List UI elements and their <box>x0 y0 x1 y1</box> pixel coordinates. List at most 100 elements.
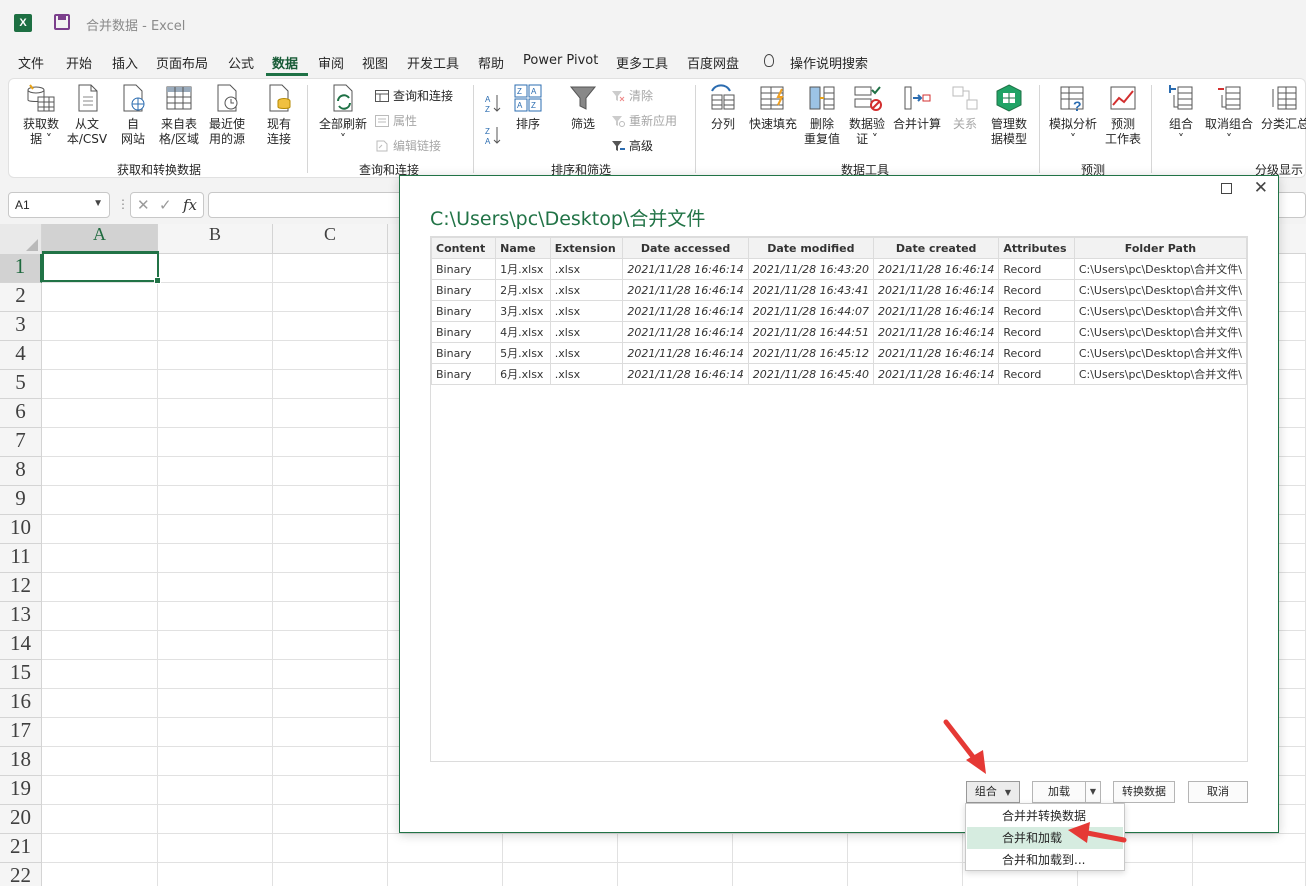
consolidate-button[interactable]: 合并计算 <box>891 83 943 132</box>
text-to-columns-button[interactable]: 分列 <box>705 83 741 132</box>
table-cell[interactable]: Record <box>998 279 1075 301</box>
row-header[interactable]: 21 <box>0 834 42 863</box>
from-csv-button[interactable]: 从文 本/CSV <box>65 83 109 147</box>
row-header[interactable]: 5 <box>0 370 42 399</box>
tab-view[interactable]: 视图 <box>362 53 388 72</box>
chevron-down-icon[interactable]: ▼ <box>93 198 103 209</box>
forecast-sheet-button[interactable]: 预测 工作表 <box>1103 83 1143 147</box>
combine-button[interactable]: 组合 ▼ <box>966 781 1020 803</box>
menu-item-combine-load-to[interactable]: 合并和加载到... <box>967 849 1123 871</box>
tab-baidu-netdisk[interactable]: 百度网盘 <box>687 53 739 72</box>
tab-data[interactable]: 数据 <box>272 53 298 72</box>
row-header[interactable]: 7 <box>0 428 42 457</box>
sort-ascending-button[interactable]: AZ <box>485 93 501 116</box>
table-cell[interactable]: Record <box>998 300 1075 322</box>
column-header-a[interactable]: A <box>42 224 158 254</box>
properties-button[interactable]: 属性 <box>375 112 417 129</box>
row-header[interactable]: 9 <box>0 486 42 515</box>
row-header[interactable]: 20 <box>0 805 42 834</box>
active-cell-a1[interactable] <box>42 251 161 284</box>
filter-button[interactable]: 筛选 <box>565 83 601 132</box>
group-button[interactable]: 组合 ˅ <box>1163 83 1199 147</box>
tab-formulas[interactable]: 公式 <box>228 53 254 72</box>
what-if-analysis-button[interactable]: ? 模拟分析 ˅ <box>1047 83 1099 147</box>
tell-me-search[interactable]: 操作说明搜索 <box>790 53 868 72</box>
column-header-folder-path[interactable]: Folder Path <box>1073 237 1248 259</box>
table-cell[interactable]: Binary <box>430 279 497 301</box>
tab-help[interactable]: 帮助 <box>478 53 504 72</box>
table-cell[interactable]: Binary <box>430 342 497 364</box>
tab-more-tools[interactable]: 更多工具 <box>616 53 668 72</box>
row-header[interactable]: 11 <box>0 544 42 573</box>
column-header-date-accessed[interactable]: Date accessed <box>622 237 749 259</box>
column-header-name[interactable]: Name <box>495 237 551 259</box>
table-cell[interactable]: Binary <box>430 321 497 343</box>
tab-page-layout[interactable]: 页面布局 <box>156 53 208 72</box>
edit-links-button[interactable]: 编辑链接 <box>375 137 441 154</box>
sort-descending-button[interactable]: ZA <box>485 125 501 148</box>
transform-data-button[interactable]: 转换数据 <box>1113 781 1175 803</box>
relationships-button[interactable]: 关系 <box>947 83 983 132</box>
load-button[interactable]: 加载 <box>1032 781 1086 803</box>
tab-file[interactable]: 文件 <box>18 53 44 72</box>
tab-home[interactable]: 开始 <box>66 53 92 72</box>
name-box[interactable]: A1 ▼ <box>8 192 110 218</box>
row-header[interactable]: 15 <box>0 660 42 689</box>
table-row[interactable]: Binary 2月.xlsx .xlsx 2021/11/28 16:46:14 202… <box>430 279 1248 301</box>
row-header[interactable]: 13 <box>0 602 42 631</box>
row-header[interactable]: 12 <box>0 573 42 602</box>
table-row[interactable]: Binary 6月.xlsx .xlsx 2021/11/28 16:46:14 202… <box>430 363 1248 385</box>
table-row[interactable]: Binary 4月.xlsx .xlsx 2021/11/28 16:46:14 202… <box>430 321 1248 343</box>
existing-connections-button[interactable]: 现有 连接 <box>261 83 297 147</box>
close-icon[interactable]: ✕ <box>1254 178 1268 198</box>
table-cell[interactable]: Binary <box>430 258 497 280</box>
table-cell[interactable]: Binary <box>430 300 497 322</box>
recent-sources-button[interactable]: 最近使 用的源 <box>205 83 249 147</box>
remove-duplicates-button[interactable]: 删除 重复值 <box>803 83 841 147</box>
tab-power-pivot[interactable]: Power Pivot <box>523 53 598 68</box>
tab-developer[interactable]: 开发工具 <box>407 53 459 72</box>
table-cell[interactable]: Record <box>998 363 1075 385</box>
queries-connections-button[interactable]: 查询和连接 <box>375 87 453 104</box>
manage-data-model-button[interactable]: 管理数 据模型 <box>987 83 1031 147</box>
sort-button[interactable]: ZAAZ 排序 <box>509 83 547 132</box>
column-header-content[interactable]: Content <box>430 237 497 259</box>
column-header-date-created[interactable]: Date created <box>873 237 1000 259</box>
refresh-all-button[interactable]: 全部刷新 ˅ <box>315 83 371 147</box>
table-row[interactable]: Binary 5月.xlsx .xlsx 2021/11/28 16:46:14 202… <box>430 342 1248 364</box>
maximize-icon[interactable] <box>1221 183 1232 194</box>
more-options-icon[interactable]: ⋮ <box>117 197 129 211</box>
subtotal-button[interactable]: 分类汇总 <box>1259 83 1306 132</box>
row-header[interactable]: 14 <box>0 631 42 660</box>
row-header[interactable]: 22 <box>0 863 42 886</box>
reapply-button[interactable]: 重新应用 <box>611 112 677 129</box>
menu-item-combine-transform[interactable]: 合并并转换数据 <box>967 805 1123 827</box>
ungroup-button[interactable]: 取消组合 ˅ <box>1203 83 1255 147</box>
row-header[interactable]: 18 <box>0 747 42 776</box>
column-header-c[interactable]: C <box>273 224 388 254</box>
from-web-button[interactable]: 自 网站 <box>115 83 151 147</box>
table-row[interactable]: Binary 3月.xlsx .xlsx 2021/11/28 16:46:14 202… <box>430 300 1248 322</box>
row-header[interactable]: 1 <box>0 254 42 283</box>
column-header-extension[interactable]: Extension <box>549 237 624 259</box>
get-data-button[interactable]: 获取数 据 ˅ <box>21 83 61 147</box>
advanced-filter-button[interactable]: 高级 <box>611 137 653 154</box>
load-dropdown-button[interactable]: ▼ <box>1085 781 1101 803</box>
row-header[interactable]: 16 <box>0 689 42 718</box>
insert-function-icon[interactable]: fx <box>183 196 197 214</box>
data-validation-button[interactable]: 数据验 证 ˅ <box>845 83 889 147</box>
column-header-b[interactable]: B <box>158 224 273 254</box>
row-header[interactable]: 17 <box>0 718 42 747</box>
row-header[interactable]: 19 <box>0 776 42 805</box>
confirm-entry-icon[interactable]: ✓ <box>159 196 172 214</box>
row-header[interactable]: 6 <box>0 399 42 428</box>
file-preview-table[interactable]: Content Name Extension Date accessed Dat… <box>430 236 1248 762</box>
row-header[interactable]: 4 <box>0 341 42 370</box>
table-cell[interactable]: Record <box>998 321 1075 343</box>
row-header[interactable]: 8 <box>0 457 42 486</box>
row-header[interactable]: 3 <box>0 312 42 341</box>
row-header[interactable]: 2 <box>0 283 42 312</box>
flash-fill-button[interactable]: 快速填充 <box>747 83 799 132</box>
tab-review[interactable]: 审阅 <box>318 53 344 72</box>
column-header-date-modified[interactable]: Date modified <box>747 237 875 259</box>
